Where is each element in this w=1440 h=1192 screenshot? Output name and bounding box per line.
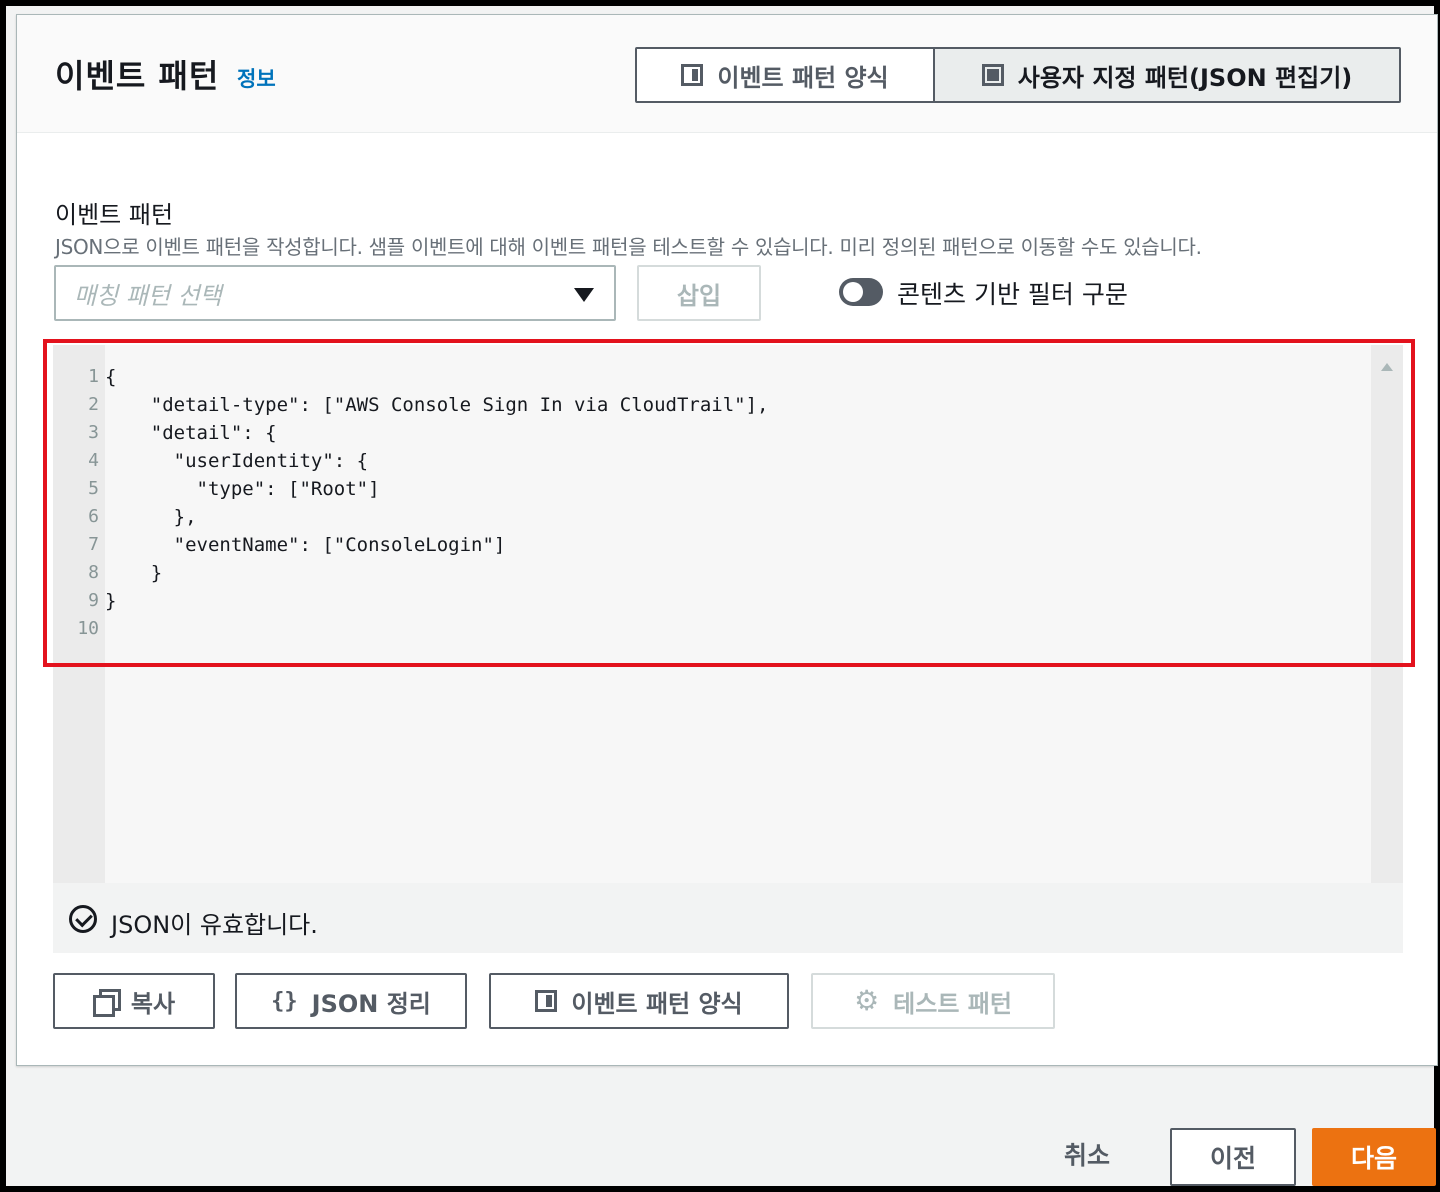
validation-status-text: JSON이 유효합니다.	[111, 911, 318, 939]
matching-pattern-select[interactable]: 매칭 패턴 선택	[54, 265, 616, 321]
field-label: 이벤트 패턴	[55, 201, 174, 229]
event-pattern-panel: 이벤트 패턴 정보 이벤트 패턴 양식 사용자 지정 패턴(JSON 편집기) …	[16, 14, 1438, 1066]
segment-custom-json-editor-label: 사용자 지정 패턴(JSON 편집기)	[1017, 63, 1353, 92]
pattern-form-button-label: 이벤트 패턴 양식	[571, 989, 743, 1018]
page-title: 이벤트 패턴	[55, 57, 220, 95]
highlight-annotation-box	[43, 339, 1415, 667]
copy-icon	[92, 989, 121, 1017]
copy-button[interactable]: 복사	[53, 973, 215, 1029]
field-description: JSON으로 이벤트 패턴을 작성합니다. 샘플 이벤트에 대해 이벤트 패턴을…	[55, 235, 1202, 259]
segment-pattern-form[interactable]: 이벤트 패턴 양식	[637, 49, 935, 101]
segment-custom-json-editor[interactable]: 사용자 지정 패턴(JSON 편집기)	[935, 49, 1399, 101]
previous-button[interactable]: 이전	[1170, 1128, 1296, 1186]
info-link[interactable]: 정보	[237, 63, 276, 93]
panel-header: 이벤트 패턴 정보 이벤트 패턴 양식 사용자 지정 패턴(JSON 편집기)	[17, 15, 1437, 133]
caret-down-icon	[574, 288, 594, 302]
full-panel-icon	[981, 64, 1004, 86]
braces-icon: {}	[271, 988, 298, 1014]
test-pattern-button-label: 테스트 패턴	[893, 989, 1012, 1018]
next-button[interactable]: 다음	[1312, 1128, 1436, 1186]
pattern-mode-segmented-control: 이벤트 패턴 양식 사용자 지정 패턴(JSON 편집기)	[635, 47, 1401, 103]
validation-status-bar: JSON이 유효합니다.	[53, 883, 1403, 953]
copy-button-label: 복사	[130, 989, 176, 1018]
format-json-button-label: JSON 정리	[311, 989, 431, 1018]
content-filter-toggle-label: 콘텐츠 기반 필터 구문	[897, 280, 1128, 309]
check-circle-icon	[69, 905, 97, 933]
gear-icon: ⚙	[854, 984, 880, 1017]
format-json-button[interactable]: {} JSON 정리	[235, 973, 467, 1029]
segment-pattern-form-label: 이벤트 패턴 양식	[717, 63, 889, 92]
insert-button[interactable]: 삽입	[637, 265, 761, 321]
content-filter-toggle[interactable]	[839, 278, 883, 306]
window-frame: 이벤트 패턴 정보 이벤트 패턴 양식 사용자 지정 패턴(JSON 편집기) …	[0, 0, 1440, 1192]
half-panel-icon	[681, 64, 704, 86]
cancel-button[interactable]: 취소	[1064, 1136, 1110, 1172]
pattern-form-button[interactable]: 이벤트 패턴 양식	[489, 973, 789, 1029]
select-placeholder: 매칭 패턴 선택	[74, 281, 222, 310]
test-pattern-button[interactable]: ⚙ 테스트 패턴	[811, 973, 1055, 1029]
half-panel-icon	[535, 990, 558, 1012]
